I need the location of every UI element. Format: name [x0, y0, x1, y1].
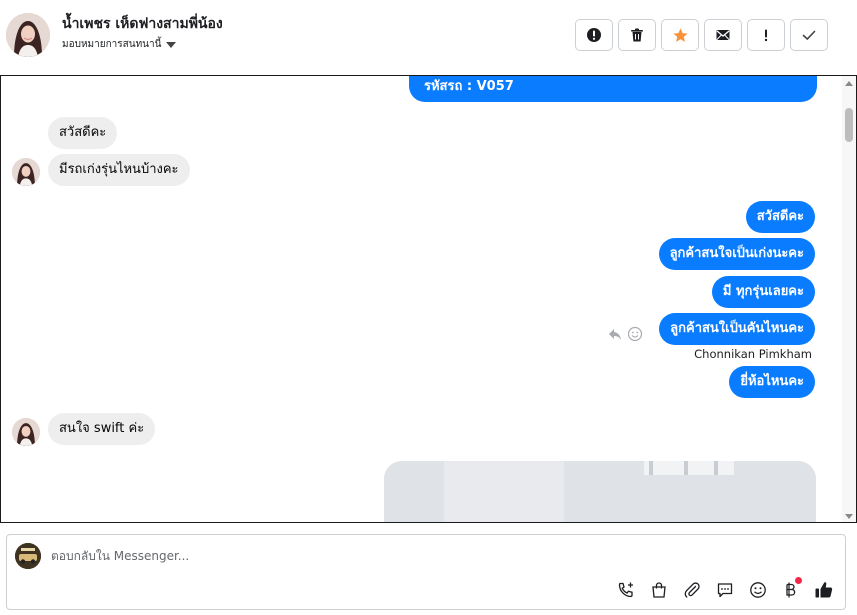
envelope-icon [716, 30, 730, 40]
star-icon [672, 27, 688, 42]
phone-plus-icon [618, 582, 633, 597]
incoming-message: สนใจ swift ค่ะ [48, 413, 156, 445]
contact-name[interactable]: น้ำเพชร เห็ดฟางสามพี่น้อง [62, 13, 223, 35]
paperclip-icon [684, 581, 700, 598]
star-button[interactable] [661, 19, 699, 51]
caret-down-icon [166, 42, 177, 48]
outgoing-message: มี ทุกรุ่นเลยคะ [711, 276, 815, 308]
outgoing-message: สวัสดีคะ [745, 201, 815, 233]
smiley-icon [749, 581, 766, 598]
image-attachment[interactable] [384, 461, 816, 522]
contact-avatar[interactable] [6, 13, 50, 57]
mark-spam-button[interactable] [575, 19, 613, 51]
saved-replies-button[interactable] [713, 578, 736, 601]
shopping-bag-icon [651, 581, 666, 598]
thread-scrollbar[interactable] [842, 76, 856, 522]
conversation-header: น้ำเพชร เห็ดฟางสามพี่น้อง มอบหมายการสนทน… [0, 0, 857, 74]
mark-done-button[interactable] [790, 19, 828, 51]
message-thread[interactable]: รหัสรถ : V057 สวัสดีคะ มีรถเก่งรุ่นไหนบ้… [0, 75, 857, 523]
incoming-message: สวัสดีคะ [48, 117, 118, 149]
scroll-up-arrow-icon[interactable] [845, 81, 853, 86]
shop-button[interactable] [647, 578, 670, 601]
exclamation-icon [764, 29, 768, 42]
attach-button[interactable] [680, 578, 703, 601]
incoming-message: มีรถเก่งรุ่นไหนบ้างคะ [48, 154, 190, 186]
chat-bubble-icon [717, 582, 732, 597]
follow-up-button[interactable] [747, 19, 785, 51]
call-button[interactable] [614, 578, 637, 601]
reply-input[interactable] [51, 545, 751, 567]
scroll-down-arrow-icon[interactable] [845, 514, 853, 519]
payment-button[interactable] [779, 577, 802, 601]
assign-label: มอบหมายการสนทนานี้ [62, 39, 162, 50]
mark-unread-button[interactable] [704, 19, 742, 51]
check-icon [802, 30, 816, 41]
outgoing-message: ยี่ห้อไหนคะ [729, 366, 815, 398]
trash-icon [631, 28, 643, 42]
contact-avatar-small [12, 418, 40, 446]
sender-name: Chonnikan Pimkham [694, 347, 812, 361]
outgoing-message: ลูกค้าสนใเป็นคันไหนคะ [659, 313, 815, 345]
reply-icon[interactable] [607, 326, 623, 342]
react-emoji-icon[interactable] [627, 326, 643, 342]
composer-tools [614, 577, 835, 601]
contact-avatar-small [12, 158, 40, 186]
scrollbar-thumb[interactable] [845, 108, 853, 142]
notification-dot [795, 577, 802, 584]
outgoing-message: รหัสรถ : V057 [409, 76, 817, 102]
conversation-toolbar [575, 19, 828, 51]
delete-button[interactable] [618, 19, 656, 51]
message-actions [607, 326, 643, 342]
emoji-button[interactable] [746, 578, 769, 601]
alert-circle-icon [587, 28, 601, 42]
outgoing-message: ลูกค้าสนใจเป็นเก่งนะคะ [658, 238, 815, 270]
send-like-button[interactable] [812, 578, 835, 601]
page-avatar [15, 543, 41, 569]
thumbs-up-icon [815, 581, 832, 597]
assign-conversation-dropdown[interactable]: มอบหมายการสนทนานี้ [62, 37, 177, 52]
reply-composer [6, 534, 846, 610]
